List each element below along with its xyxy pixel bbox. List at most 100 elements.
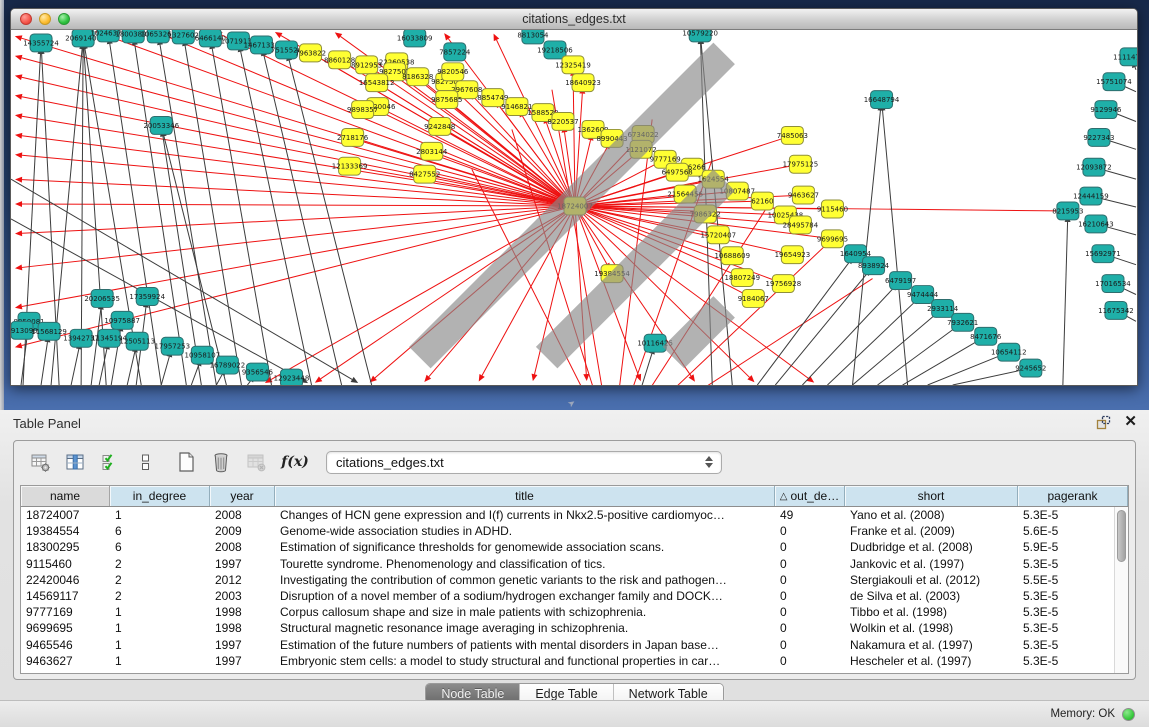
table-cell: 14569117 bbox=[21, 589, 110, 603]
table-cell: 9463627 bbox=[21, 654, 110, 668]
clear-selection-icon bbox=[135, 452, 156, 473]
delete-table-button[interactable] bbox=[244, 450, 268, 474]
show-column-button[interactable] bbox=[63, 450, 87, 474]
close-panel-icon[interactable]: ✕ bbox=[1124, 414, 1137, 430]
show-column-icon bbox=[65, 452, 86, 473]
network-window[interactable]: citations_edges.txt 14355724206914061024… bbox=[10, 8, 1138, 386]
node-table: namein_degreeyeartitle△out_de…shortpager… bbox=[20, 485, 1129, 674]
column-header-title[interactable]: title bbox=[275, 486, 775, 506]
table-cell: 9699695 bbox=[21, 621, 110, 635]
table-cell: 18300295 bbox=[21, 540, 110, 554]
column-header-short[interactable]: short bbox=[845, 486, 1018, 506]
table-cell: Wolkin et al. (1998) bbox=[845, 621, 1018, 635]
delete-table-icon bbox=[246, 452, 267, 473]
table-row[interactable]: 946362711997Embryonic stem cells: a mode… bbox=[21, 653, 1128, 669]
table-row[interactable]: 1456911722003Disruption of a novel membe… bbox=[21, 588, 1128, 604]
table-cell: 5.3E-5 bbox=[1018, 589, 1128, 603]
table-cell: Structural magnetic resonance image aver… bbox=[275, 621, 775, 635]
table-cell: Estimation of significance thresholds fo… bbox=[275, 540, 775, 554]
column-header-name[interactable]: name bbox=[21, 486, 110, 506]
table-cell: 19384554 bbox=[21, 524, 110, 538]
table-cell: Investigating the contribution of common… bbox=[275, 573, 775, 587]
table-scrollbar[interactable] bbox=[1114, 507, 1128, 673]
table-cell: Tourette syndrome. Phenomenology and cla… bbox=[275, 557, 775, 571]
table-cell: Dudbridge et al. (2008) bbox=[845, 540, 1018, 554]
splitter-handle[interactable]: ➤ bbox=[566, 397, 578, 410]
sort-ascending-icon: △ bbox=[780, 491, 788, 502]
table-cell: 0 bbox=[775, 573, 845, 587]
table-cell: 1 bbox=[110, 605, 210, 619]
float-panel-icon[interactable] bbox=[1096, 415, 1111, 430]
table-row[interactable]: 977716911998Corpus callosum shape and si… bbox=[21, 604, 1128, 620]
table-body[interactable]: 1872400712008Changes of HCN gene express… bbox=[21, 507, 1128, 669]
fx-icon: f(x) bbox=[281, 454, 309, 470]
column-header-in_degree[interactable]: in_degree bbox=[110, 486, 210, 506]
table-row[interactable]: 911546021997Tourette syndrome. Phenomeno… bbox=[21, 556, 1128, 572]
table-cell: Stergiakouli et al. (2012) bbox=[845, 573, 1018, 587]
table-row[interactable]: 946554611997Estimation of the future num… bbox=[21, 637, 1128, 653]
table-cell: 1997 bbox=[210, 557, 275, 571]
table-cell: 22420046 bbox=[21, 573, 110, 587]
column-header-year[interactable]: year bbox=[210, 486, 275, 506]
table-cell: 9465546 bbox=[21, 638, 110, 652]
table-cell: Embryonic stem cells: a model to study s… bbox=[275, 654, 775, 668]
table-cell: 5.6E-5 bbox=[1018, 524, 1128, 538]
table-cell: 0 bbox=[775, 524, 845, 538]
table-cell: 9777169 bbox=[21, 605, 110, 619]
table-cell: 6 bbox=[110, 540, 210, 554]
table-selector-dropdown[interactable]: citations_edges.txt bbox=[326, 451, 722, 474]
table-row[interactable]: 1830029562008Estimation of significance … bbox=[21, 539, 1128, 555]
table-cell: Hescheler et al. (1997) bbox=[845, 654, 1018, 668]
table-cell: Changes of HCN gene expression and I(f) … bbox=[275, 508, 775, 522]
table-cell: 0 bbox=[775, 540, 845, 554]
table-cell: 5.3E-5 bbox=[1018, 638, 1128, 652]
table-cell: 1998 bbox=[210, 621, 275, 635]
table-panel: Table Panel ✕ bbox=[0, 410, 1149, 727]
table-cell: 0 bbox=[775, 589, 845, 603]
table-cell: 2 bbox=[110, 573, 210, 587]
table-row[interactable]: 2242004622012Investigating the contribut… bbox=[21, 572, 1128, 588]
scrollbar-thumb[interactable] bbox=[1117, 510, 1126, 562]
delete-button[interactable] bbox=[209, 450, 233, 474]
clear-selection-button[interactable] bbox=[133, 450, 157, 474]
function-builder-button[interactable]: f(x) bbox=[283, 450, 307, 474]
column-header-out_de[interactable]: △out_de… bbox=[775, 486, 845, 506]
table-cell: 0 bbox=[775, 621, 845, 635]
table-header-row[interactable]: namein_degreeyeartitle△out_de…shortpager… bbox=[21, 486, 1128, 507]
table-panel-body: f(x) citations_edges.txt namein_degreeye… bbox=[13, 440, 1136, 680]
table-toolbar: f(x) citations_edges.txt bbox=[14, 441, 1135, 483]
table-row[interactable]: 1938455462009Genome-wide association stu… bbox=[21, 523, 1128, 539]
desktop-left-edge bbox=[0, 0, 4, 410]
table-cell: Franke et al. (2009) bbox=[845, 524, 1018, 538]
network-desktop-background: citations_edges.txt 14355724206914061024… bbox=[0, 0, 1149, 410]
table-cell: 0 bbox=[775, 605, 845, 619]
table-row[interactable]: 1872400712008Changes of HCN gene express… bbox=[21, 507, 1128, 523]
table-cell: 18724007 bbox=[21, 508, 110, 522]
memory-ok-indicator bbox=[1122, 708, 1135, 721]
select-all-icon bbox=[100, 452, 121, 473]
network-canvas[interactable]: 1435572420691406102463701800389810653267… bbox=[11, 30, 1137, 385]
table-cell: 2009 bbox=[210, 524, 275, 538]
table-row[interactable]: 969969511998Structural magnetic resonanc… bbox=[21, 620, 1128, 636]
table-cell: 2003 bbox=[210, 589, 275, 603]
new-document-icon bbox=[175, 451, 197, 473]
table-cell: Nakamura et al. (1997) bbox=[845, 638, 1018, 652]
new-table-button[interactable] bbox=[174, 450, 198, 474]
network-window-titlebar[interactable]: citations_edges.txt bbox=[11, 9, 1137, 30]
table-cell: 2012 bbox=[210, 573, 275, 587]
table-panel-title: Table Panel bbox=[13, 416, 81, 431]
table-cell: Jankovic et al. (1997) bbox=[845, 557, 1018, 571]
table-cell: 5.3E-5 bbox=[1018, 508, 1128, 522]
table-cell: Corpus callosum shape and size in male p… bbox=[275, 605, 775, 619]
column-header-pagerank[interactable]: pagerank bbox=[1018, 486, 1128, 506]
table-cell: Disruption of a novel member of a sodium… bbox=[275, 589, 775, 603]
table-cell: 6 bbox=[110, 524, 210, 538]
select-all-button[interactable] bbox=[98, 450, 122, 474]
table-cell: 5.3E-5 bbox=[1018, 605, 1128, 619]
table-cell: 5.3E-5 bbox=[1018, 621, 1128, 635]
memory-status-label: Memory: OK bbox=[1050, 708, 1115, 720]
table-cell: 0 bbox=[775, 557, 845, 571]
window-resize-grip[interactable] bbox=[11, 30, 1135, 383]
table-cell: 1998 bbox=[210, 605, 275, 619]
table-settings-button[interactable] bbox=[28, 450, 52, 474]
